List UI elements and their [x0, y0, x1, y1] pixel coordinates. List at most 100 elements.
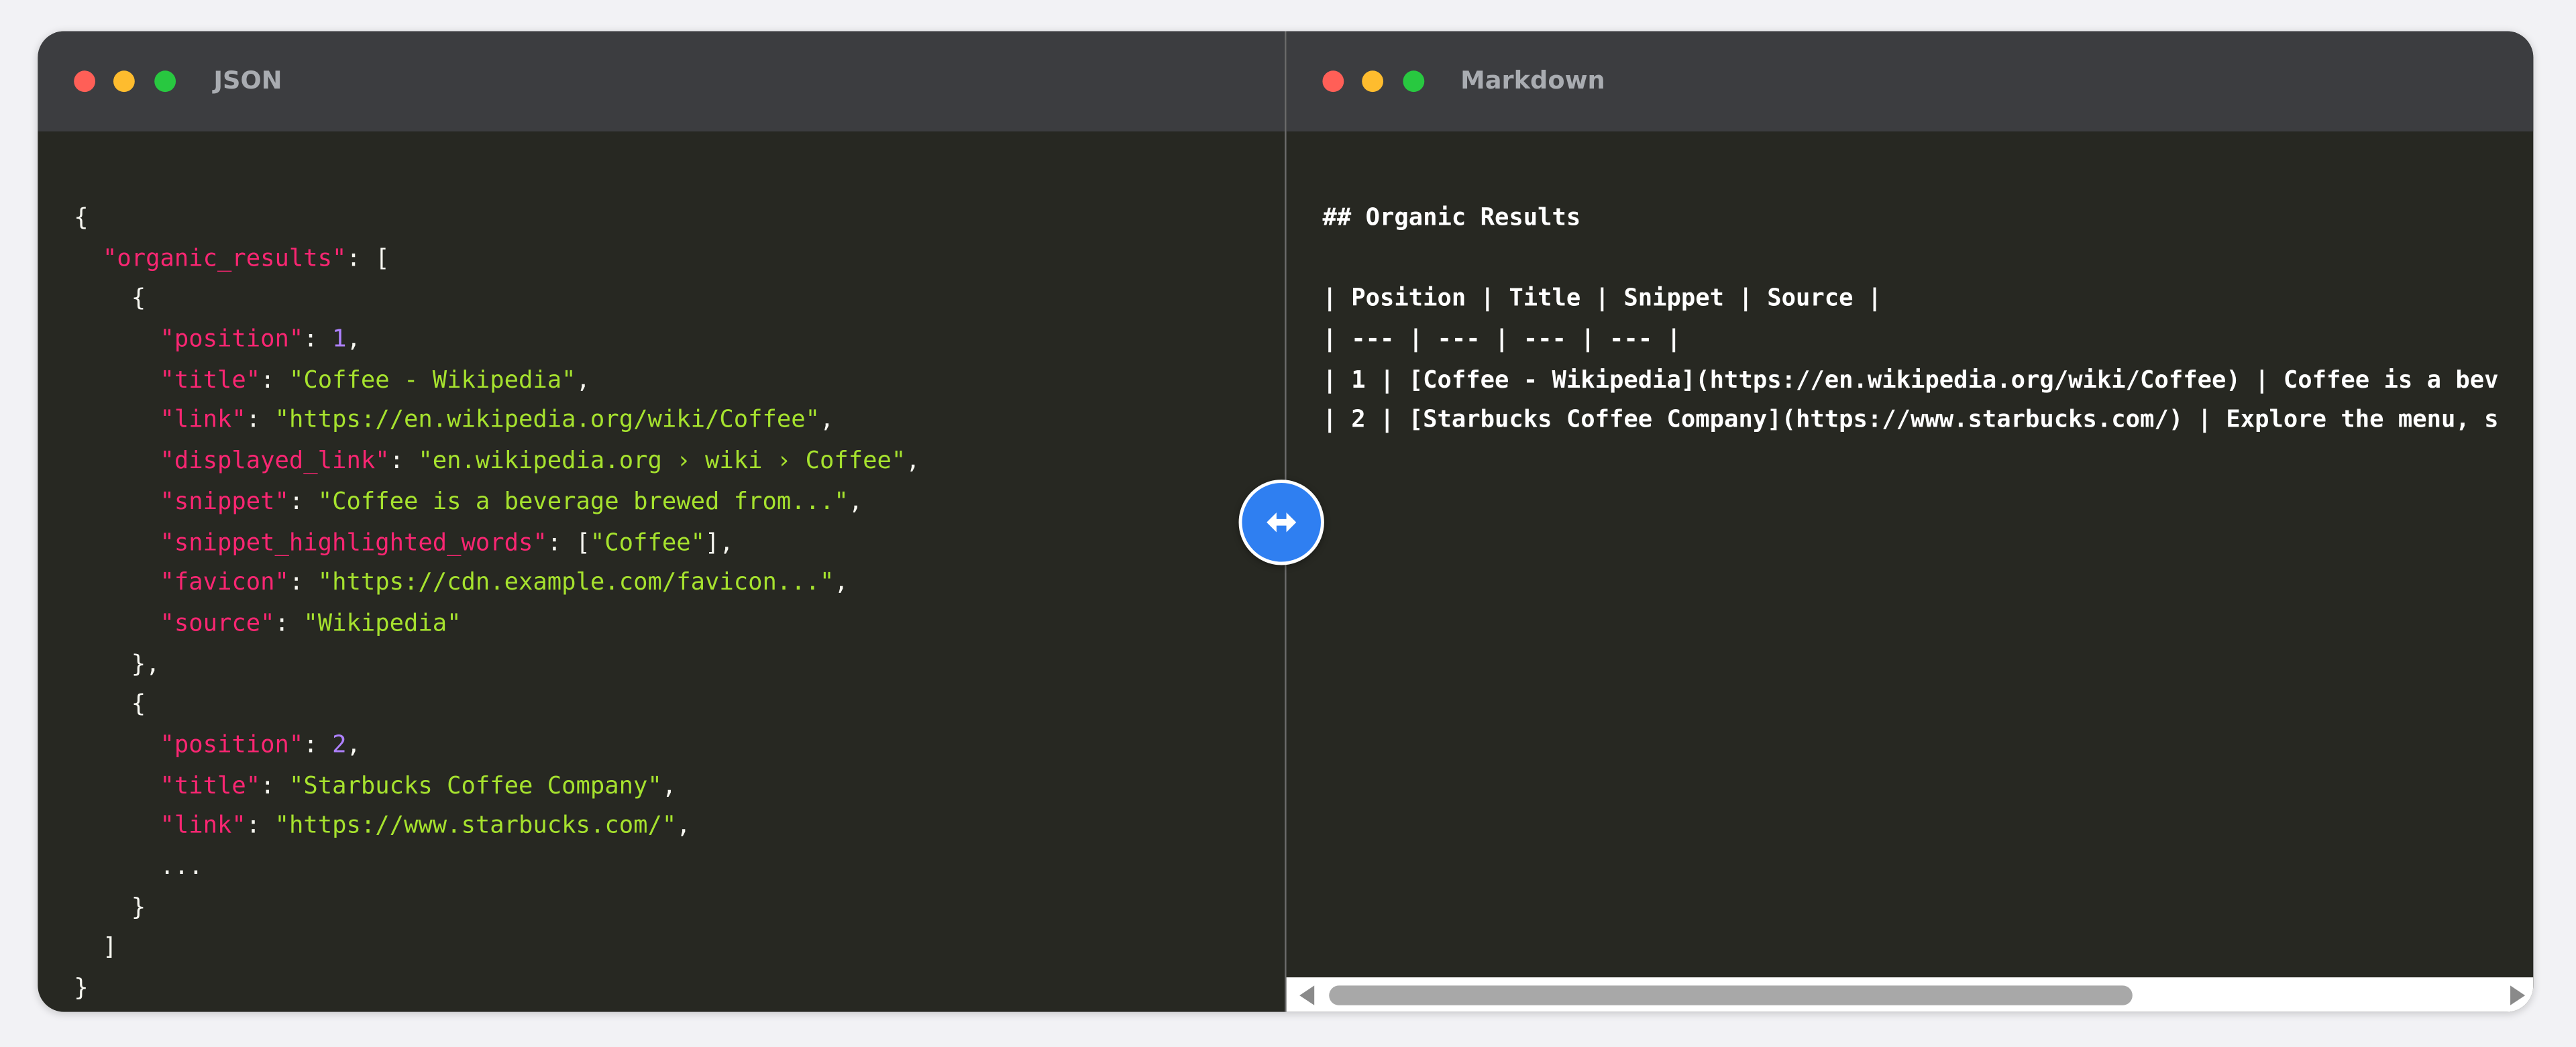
- code-token: "Coffee": [590, 529, 705, 556]
- code-line: {: [74, 685, 920, 726]
- code-line: "title": "Starbucks Coffee Company",: [74, 767, 920, 807]
- code-token: "link": [160, 408, 246, 435]
- minimize-dot-icon[interactable]: [1362, 70, 1384, 93]
- code-line: }: [74, 888, 920, 928]
- code-token: "Coffee - Wikipedia": [288, 367, 576, 394]
- code-line: }: [74, 969, 920, 1009]
- split-divider-handle[interactable]: [1238, 480, 1324, 565]
- code-token: },: [74, 651, 160, 678]
- code-token: "position": [160, 732, 304, 759]
- json-titlebar: JSON: [38, 31, 1285, 131]
- markdown-line: | --- | --- | --- | --- |: [1322, 327, 1681, 353]
- markdown-line: | Position | Title | Snippet | Source |: [1322, 286, 1882, 313]
- scrollbar-thumb[interactable]: [1329, 985, 2133, 1005]
- code-token: :: [260, 367, 289, 394]
- code-token: "organic_results": [102, 245, 347, 272]
- scroll-left-arrow-icon[interactable]: [1299, 985, 1315, 1005]
- code-token: :: [288, 570, 318, 597]
- left-right-arrow-icon: [1267, 512, 1297, 533]
- code-line: "link": "https://www.starbucks.com/",: [74, 807, 920, 847]
- scroll-right-arrow-icon[interactable]: [2510, 985, 2526, 1005]
- json-code-block: { "organic_results": [ { "position": 1, …: [74, 199, 920, 1009]
- close-dot-icon[interactable]: [1322, 70, 1344, 93]
- code-token: ],: [704, 529, 734, 556]
- code-token: :: [246, 814, 275, 840]
- code-token: :: [303, 327, 333, 353]
- code-token: "position": [160, 327, 304, 353]
- code-token: "favicon": [160, 570, 289, 597]
- horizontal-scrollbar[interactable]: [1286, 977, 2534, 1012]
- code-token: "link": [160, 814, 246, 840]
- code-line: {: [74, 280, 920, 320]
- markdown-line: | 1 | [Coffee - Wikipedia](https://en.wi…: [1322, 367, 2499, 394]
- markdown-pane: Markdown ## Organic Results | Position | …: [1285, 31, 2534, 1012]
- maximize-dot-icon[interactable]: [154, 70, 176, 93]
- code-token: }: [74, 894, 146, 922]
- code-line: "snippet": "Coffee is a beverage brewed …: [74, 483, 920, 523]
- stage: JSON { "organic_results": [ { "position"…: [0, 0, 2576, 1046]
- code-token: "source": [160, 610, 275, 637]
- code-token: ,: [906, 448, 920, 476]
- minimize-dot-icon[interactable]: [113, 70, 135, 93]
- markdown-line: ## Organic Results: [1322, 205, 1581, 232]
- code-token: {: [74, 286, 146, 313]
- maximize-dot-icon[interactable]: [1403, 70, 1425, 93]
- code-line: },: [74, 645, 920, 685]
- markdown-line: [1322, 239, 2498, 280]
- code-line: {: [74, 199, 920, 239]
- code-token: ,: [676, 814, 691, 840]
- markdown-title: Markdown: [1460, 65, 1605, 96]
- code-token: {: [74, 205, 89, 232]
- code-line: "displayed_link": "en.wikipedia.org › wi…: [74, 442, 920, 482]
- json-title: JSON: [213, 65, 282, 96]
- code-token: "displayed_link": [160, 448, 390, 476]
- code-token: "https://en.wikipedia.org/wiki/Coffee": [274, 408, 820, 435]
- code-token: ,: [820, 408, 835, 435]
- code-line: ]: [74, 929, 920, 969]
- code-line: "position": 1,: [74, 321, 920, 361]
- code-token: ,: [834, 570, 849, 597]
- code-line: "organic_results": [: [74, 239, 920, 280]
- code-token: "title": [160, 773, 261, 800]
- code-token: :: [303, 732, 333, 759]
- code-token: ,: [346, 327, 361, 353]
- code-token: "title": [160, 367, 261, 394]
- code-token: 2: [332, 732, 347, 759]
- code-line: "favicon": "https://cdn.example.com/favi…: [74, 563, 920, 604]
- close-dot-icon[interactable]: [74, 70, 96, 93]
- code-token: 1: [332, 327, 347, 353]
- markdown-titlebar: Markdown: [1286, 31, 2534, 131]
- code-token: ...: [74, 854, 203, 881]
- code-token: :: [274, 610, 304, 637]
- code-token: :: [288, 489, 318, 516]
- code-line: "source": "Wikipedia": [74, 604, 920, 645]
- code-token: ]: [74, 935, 117, 962]
- code-token: "Wikipedia": [303, 610, 462, 637]
- code-line: "title": "Coffee - Wikipedia",: [74, 361, 920, 401]
- code-line: "snippet_highlighted_words": ["Coffee"],: [74, 523, 920, 563]
- code-token: ,: [576, 367, 590, 394]
- code-token: :: [260, 773, 289, 800]
- code-token: "https://cdn.example.com/favicon...": [317, 570, 835, 597]
- code-token: {: [74, 692, 146, 718]
- code-token: "snippet_highlighted_words": [160, 529, 547, 556]
- code-token: : [: [547, 529, 590, 556]
- code-token: ,: [346, 732, 361, 759]
- code-token: :: [246, 408, 275, 435]
- code-token: ,: [661, 773, 677, 800]
- code-token: "Starbucks Coffee Company": [288, 773, 662, 800]
- code-line: ...: [74, 848, 920, 888]
- code-token: "Coffee is a beverage brewed from...": [317, 489, 849, 516]
